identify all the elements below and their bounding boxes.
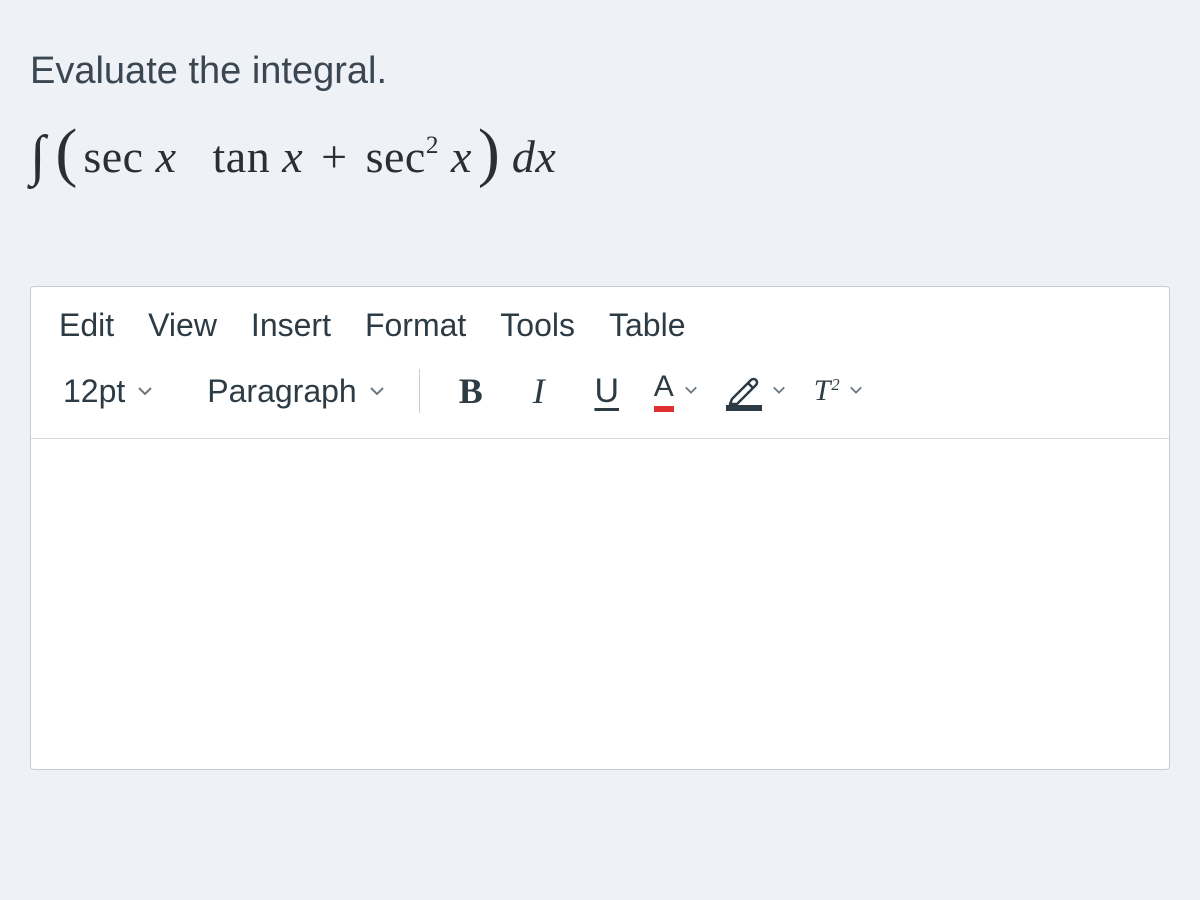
sec-1: sec (83, 129, 143, 184)
text-color-icon: A (654, 370, 674, 412)
close-paren: ) (478, 113, 500, 192)
exponent-2: 2 (426, 131, 439, 159)
menu-edit[interactable]: Edit (59, 307, 114, 344)
dx: dx (512, 129, 556, 184)
menu-format[interactable]: Format (365, 307, 466, 344)
underline-button[interactable]: U (580, 364, 634, 418)
paragraph-style-value: Paragraph (207, 373, 356, 410)
sec-2: sec2 (366, 129, 439, 184)
chevron-down-icon (849, 383, 865, 399)
italic-icon: I (533, 370, 545, 412)
highlight-color-button[interactable] (720, 364, 794, 418)
chevron-down-icon (369, 383, 385, 399)
chevron-down-icon (684, 383, 700, 399)
underline-icon: U (594, 372, 619, 411)
toolbar-divider (419, 369, 420, 413)
highlight-icon (726, 373, 762, 409)
paragraph-style-dropdown[interactable]: Paragraph (197, 367, 394, 416)
font-size-dropdown[interactable]: 12pt (53, 367, 163, 416)
open-paren: ( (55, 113, 77, 192)
x-3: x (451, 129, 472, 184)
editor-toolbar: 12pt Paragraph B I U (31, 358, 1169, 439)
question-prompt: Evaluate the integral. (30, 50, 1170, 93)
chevron-down-icon (137, 383, 153, 399)
text-color-button[interactable]: A (648, 364, 706, 418)
editor-menubar: Edit View Insert Format Tools Table (31, 287, 1169, 358)
menu-insert[interactable]: Insert (251, 307, 331, 344)
bold-icon: B (459, 370, 483, 412)
highlight-swatch (726, 405, 762, 411)
bold-button[interactable]: B (444, 364, 498, 418)
font-size-value: 12pt (63, 373, 125, 410)
chevron-down-icon (772, 383, 788, 399)
x-2: x (282, 129, 303, 184)
integral-expression: ∫ ( sec x tan x + sec2 x ) dx (30, 117, 1170, 196)
menu-view[interactable]: View (148, 307, 217, 344)
italic-button[interactable]: I (512, 364, 566, 418)
editor-content-area[interactable] (31, 439, 1169, 769)
plus-sign: + (321, 129, 347, 184)
integral-sign: ∫ (30, 123, 45, 190)
menu-tools[interactable]: Tools (500, 307, 575, 344)
superscript-icon: T2 (814, 374, 839, 408)
rich-text-editor: Edit View Insert Format Tools Table 12pt… (30, 286, 1170, 770)
x-1: x (156, 129, 177, 184)
text-color-swatch (654, 406, 674, 412)
tan: tan (213, 129, 271, 184)
superscript-button[interactable]: T2 (808, 364, 871, 418)
menu-table[interactable]: Table (609, 307, 686, 344)
